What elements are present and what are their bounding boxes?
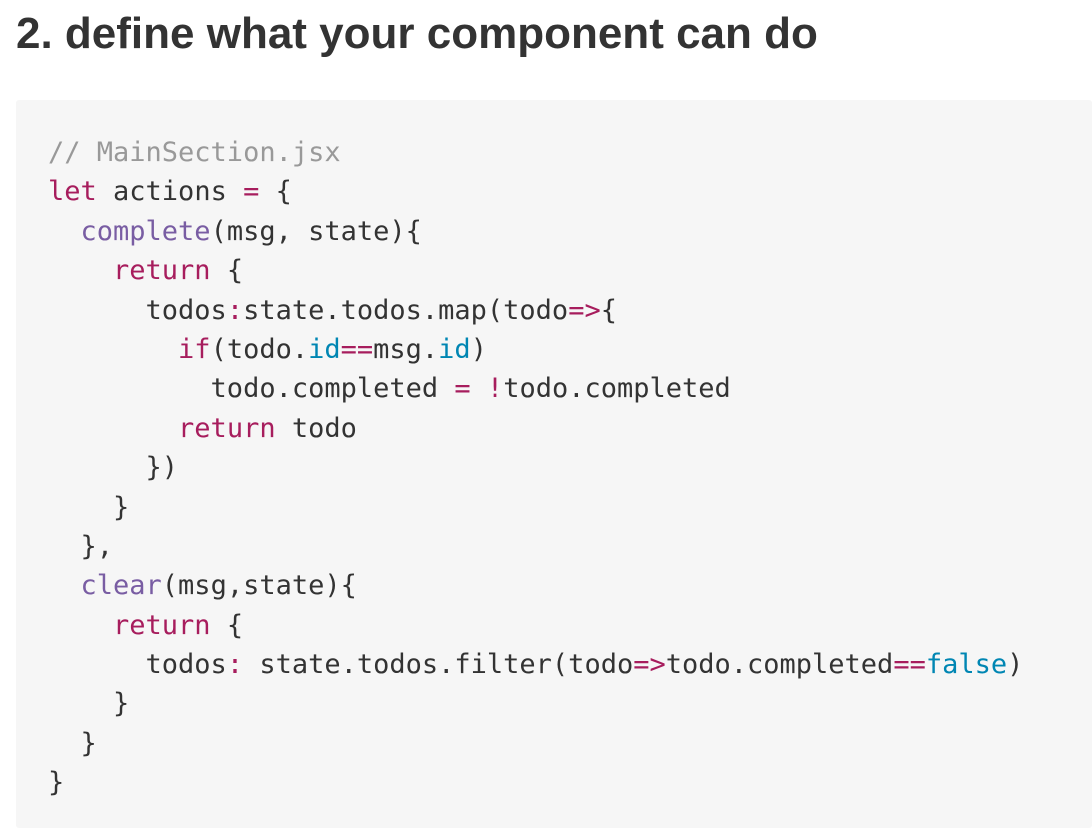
code-token-plain: msg.	[373, 333, 439, 365]
code-token-op: :	[226, 294, 244, 326]
code-token-plain: {	[210, 255, 244, 287]
code-line: })	[48, 448, 1092, 487]
code-line: }	[48, 724, 1092, 763]
code-line: // MainSection.jsx	[48, 133, 1092, 172]
code-line: todo.completed = !todo.completed	[48, 369, 1092, 408]
code-token-plain: todos	[48, 294, 227, 326]
code-token-func: clear	[80, 570, 162, 602]
section-heading: 2. define what your component can do	[16, 9, 818, 58]
code-token-plain: (msg,state){	[161, 570, 357, 602]
code-token-plain: {	[600, 294, 617, 326]
code-token-func: complete	[80, 215, 211, 247]
code-token-prop: id	[438, 333, 471, 365]
code-line: }	[48, 684, 1092, 723]
code-line: if(todo.id==msg.id)	[48, 330, 1092, 369]
code-token-plain: }	[48, 688, 130, 720]
code-token-plain: })	[48, 452, 179, 484]
code-token-op: !	[486, 373, 504, 405]
code-token-plain: },	[48, 530, 114, 562]
code-token-plain: todo	[275, 412, 357, 444]
code-token-plain: (msg, state){	[210, 215, 422, 247]
code-token-plain: state.todos.filter(todo	[243, 649, 634, 681]
code-line: let actions = {	[48, 172, 1092, 211]
code-token-plain: )	[470, 333, 487, 365]
code-token-op: ==	[893, 649, 926, 681]
page: 2. define what your component can do // …	[0, 0, 1092, 828]
code-token-plain: {	[210, 609, 244, 641]
code-line: clear(msg,state){	[48, 566, 1092, 605]
code-token-plain: actions	[96, 176, 244, 208]
code-line: todos:state.todos.map(todo=>{	[48, 291, 1092, 330]
code-token-prop: false	[925, 649, 1008, 681]
code-line: }	[48, 763, 1092, 802]
code-token-plain: todo.completed	[665, 649, 894, 681]
code-token-op: :	[226, 649, 244, 681]
code-line: return todo	[48, 409, 1092, 448]
code-line: todos: state.todos.filter(todo=>todo.com…	[48, 645, 1092, 684]
code-token-plain: (todo.	[210, 333, 309, 365]
code-content: // MainSection.jsx let actions = { comple…	[48, 133, 1092, 803]
code-token-plain: }	[48, 767, 65, 799]
code-line: }	[48, 488, 1092, 527]
code-token-plain: state.todos.map(todo	[243, 294, 569, 326]
code-token-plain: }	[48, 491, 130, 523]
code-token-keyword: let	[48, 176, 97, 208]
code-line: return {	[48, 251, 1092, 290]
code-token-op: =>	[633, 649, 666, 681]
code-token-op: =>	[568, 294, 601, 326]
code-token-keyword: return	[113, 609, 211, 641]
code-token-keyword: if	[178, 333, 211, 365]
code-token-comment: // MainSection.jsx	[48, 137, 341, 168]
code-line: return {	[48, 606, 1092, 645]
code-token-plain: todo.completed	[48, 373, 455, 405]
code-line: complete(msg, state){	[48, 212, 1092, 251]
code-token-plain: {	[259, 176, 292, 208]
code-token-plain: )	[1007, 649, 1024, 681]
code-token-op: =	[454, 373, 471, 405]
code-token-keyword: return	[178, 412, 276, 444]
code-token-op: ==	[340, 333, 374, 365]
code-token-plain: }	[48, 727, 97, 759]
code-token-keyword: return	[113, 255, 211, 287]
code-token-plain: todos	[48, 649, 227, 681]
code-token-op: =	[243, 176, 260, 208]
code-block: // MainSection.jsx let actions = { comple…	[16, 100, 1092, 828]
code-token-plain: todo.completed	[503, 373, 731, 405]
code-line: },	[48, 527, 1092, 566]
code-token-prop: id	[308, 333, 341, 365]
